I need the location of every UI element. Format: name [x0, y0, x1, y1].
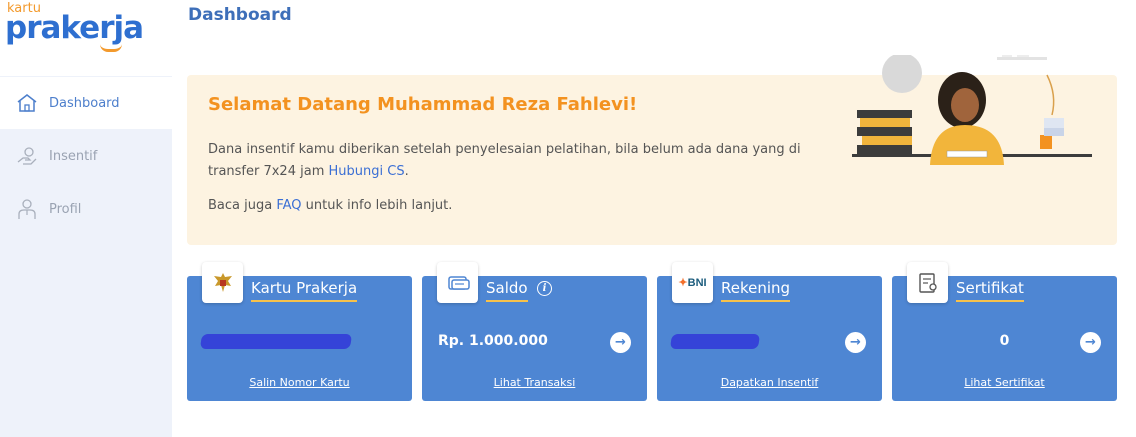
- certificate-icon: [907, 262, 948, 303]
- card-title: Kartu Prakerja: [251, 279, 358, 302]
- welcome-heading: Selamat Datang Muhammad Reza Fahlevi!: [208, 94, 638, 115]
- salin-nomor-kartu-link[interactable]: Salin Nomor Kartu: [187, 376, 412, 389]
- rekening-arrow-button[interactable]: →: [845, 332, 866, 353]
- sidebar-item-label: Dashboard: [49, 95, 120, 111]
- page-title: Dashboard: [188, 5, 292, 25]
- redacted-card-number: [199, 334, 353, 349]
- redacted-account-number: [669, 334, 761, 349]
- card-title: Saldo: [486, 279, 528, 302]
- sidebar-item-dashboard[interactable]: Dashboard: [0, 77, 172, 129]
- sidebar-item-profil[interactable]: Profil: [0, 183, 172, 235]
- user-icon: [16, 198, 38, 220]
- sertifikat-arrow-button[interactable]: →: [1080, 332, 1101, 353]
- card-title: Rekening: [721, 279, 791, 302]
- dapatkan-insentif-link[interactable]: Dapatkan Insentif: [657, 376, 882, 389]
- kartu-prakerja-card: Kartu Prakerja Salin Nomor Kartu: [187, 262, 412, 401]
- logo-smile-icon: [100, 44, 122, 52]
- welcome-text: Dana insentif kamu diberikan setelah pen…: [208, 139, 808, 183]
- hand-money-icon: [16, 145, 38, 167]
- lihat-transaksi-link[interactable]: Lihat Transaksi: [422, 376, 647, 389]
- saldo-value: Rp. 1.000.000: [438, 333, 548, 349]
- faq-text: Baca juga FAQ untuk info lebih lanjut.: [208, 198, 452, 213]
- faq-text-after: untuk info lebih lanjut.: [301, 198, 453, 213]
- info-icon[interactable]: i: [537, 281, 552, 296]
- hubungi-cs-link[interactable]: Hubungi CS: [329, 164, 405, 179]
- bni-logo-icon: ✦BNI: [672, 262, 713, 303]
- lihat-sertifikat-link[interactable]: Lihat Sertifikat: [892, 376, 1117, 389]
- logo-big-text: prakerja: [5, 10, 144, 46]
- saldo-arrow-button[interactable]: →: [610, 332, 631, 353]
- card-title: Sertifikat: [956, 279, 1024, 302]
- sidebar-item-label: Insentif: [49, 148, 98, 164]
- saldo-card: Saldo i Rp. 1.000.000 → Lihat Transaksi: [422, 262, 647, 401]
- welcome-banner: Selamat Datang Muhammad Reza Fahlevi! Da…: [187, 55, 1117, 245]
- sidebar-item-insentif[interactable]: Insentif: [0, 130, 172, 182]
- studying-woman-illustration: [852, 55, 1092, 165]
- home-icon: [16, 92, 38, 114]
- sidebar-item-label: Profil: [49, 201, 82, 217]
- welcome-text-body: Dana insentif kamu diberikan setelah pen…: [208, 142, 801, 179]
- welcome-text-end: .: [404, 164, 409, 179]
- sidebar: kartu prakerja Dashboard Insentif Profil: [0, 0, 172, 437]
- rekening-card: ✦BNI Rekening → Dapatkan Insentif: [657, 262, 882, 401]
- faq-text-before: Baca juga: [208, 198, 277, 213]
- bni-logo-text: BNI: [687, 277, 707, 289]
- faq-link[interactable]: FAQ: [276, 198, 301, 213]
- wallet-card-icon: [437, 262, 478, 303]
- brand-logo[interactable]: kartu prakerja: [0, 0, 172, 76]
- sertifikat-card: Sertifikat 0 → Lihat Sertifikat: [892, 262, 1117, 401]
- garuda-emblem-icon: [202, 262, 243, 303]
